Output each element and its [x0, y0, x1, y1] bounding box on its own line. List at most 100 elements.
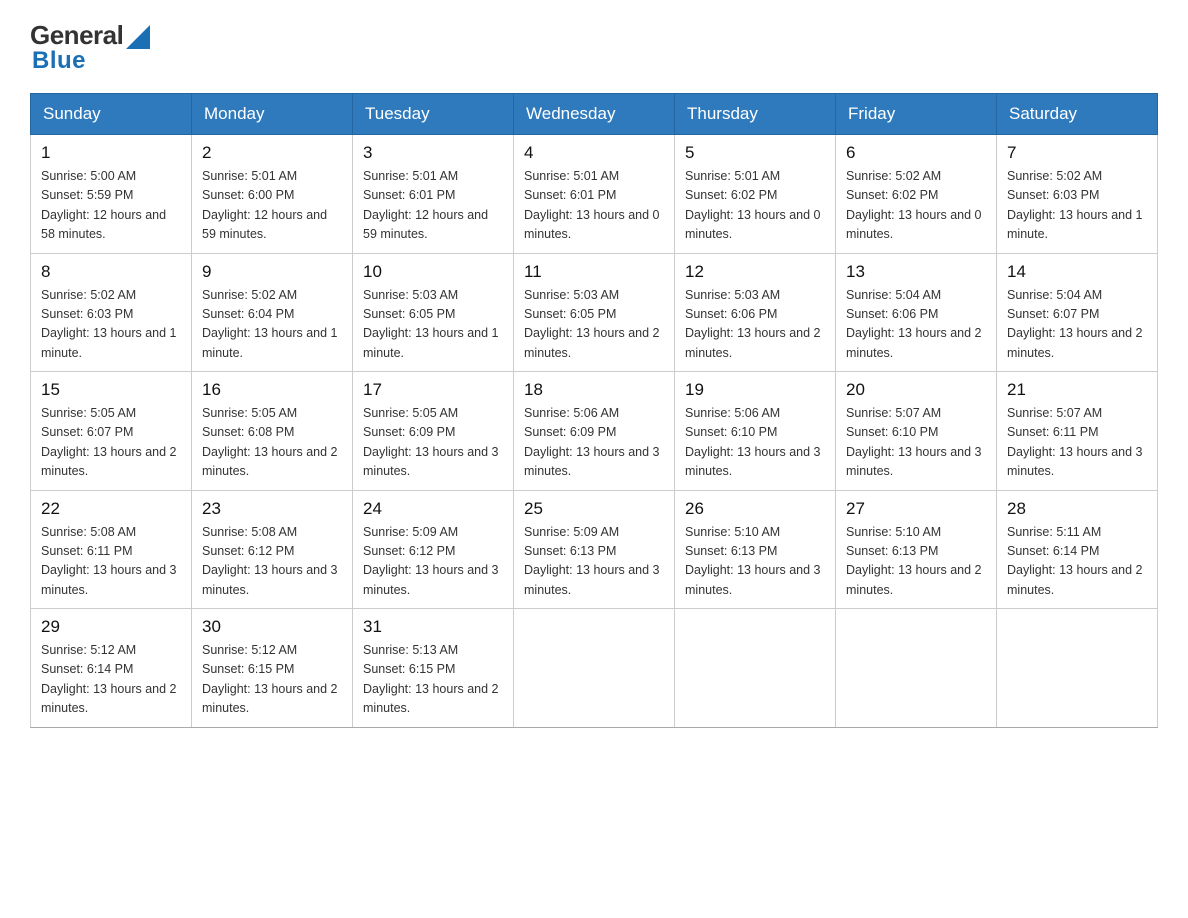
day-number: 6	[846, 143, 986, 163]
day-number: 24	[363, 499, 503, 519]
day-number: 4	[524, 143, 664, 163]
day-info: Sunrise: 5:05 AMSunset: 6:09 PMDaylight:…	[363, 404, 503, 482]
day-number: 21	[1007, 380, 1147, 400]
calendar-cell: 29 Sunrise: 5:12 AMSunset: 6:14 PMDayligh…	[31, 609, 192, 728]
col-header-thursday: Thursday	[675, 94, 836, 135]
day-info: Sunrise: 5:05 AMSunset: 6:08 PMDaylight:…	[202, 404, 342, 482]
day-info: Sunrise: 5:06 AMSunset: 6:10 PMDaylight:…	[685, 404, 825, 482]
logo-triangle-icon	[126, 21, 150, 49]
calendar-cell: 26 Sunrise: 5:10 AMSunset: 6:13 PMDayligh…	[675, 490, 836, 609]
day-number: 22	[41, 499, 181, 519]
day-info: Sunrise: 5:12 AMSunset: 6:15 PMDaylight:…	[202, 641, 342, 719]
calendar-cell	[997, 609, 1158, 728]
day-number: 9	[202, 262, 342, 282]
day-number: 25	[524, 499, 664, 519]
day-info: Sunrise: 5:10 AMSunset: 6:13 PMDaylight:…	[846, 523, 986, 601]
day-info: Sunrise: 5:03 AMSunset: 6:06 PMDaylight:…	[685, 286, 825, 364]
calendar-cell: 24 Sunrise: 5:09 AMSunset: 6:12 PMDayligh…	[353, 490, 514, 609]
calendar-cell: 20Sunrise: 5:07 AMSunset: 6:10 PMDayligh…	[836, 372, 997, 491]
calendar-cell	[514, 609, 675, 728]
day-number: 12	[685, 262, 825, 282]
day-info: Sunrise: 5:07 AMSunset: 6:11 PMDaylight:…	[1007, 404, 1147, 482]
day-number: 20	[846, 380, 986, 400]
day-info: Sunrise: 5:13 AMSunset: 6:15 PMDaylight:…	[363, 641, 503, 719]
day-number: 15	[41, 380, 181, 400]
calendar-cell: 2Sunrise: 5:01 AMSunset: 6:00 PMDaylight…	[192, 135, 353, 254]
day-info: Sunrise: 5:08 AMSunset: 6:11 PMDaylight:…	[41, 523, 181, 601]
calendar-cell: 16 Sunrise: 5:05 AMSunset: 6:08 PMDayligh…	[192, 372, 353, 491]
day-number: 30	[202, 617, 342, 637]
calendar-cell: 22 Sunrise: 5:08 AMSunset: 6:11 PMDayligh…	[31, 490, 192, 609]
day-number: 16	[202, 380, 342, 400]
col-header-saturday: Saturday	[997, 94, 1158, 135]
day-number: 11	[524, 262, 664, 282]
day-info: Sunrise: 5:10 AMSunset: 6:13 PMDaylight:…	[685, 523, 825, 601]
calendar-cell: 15 Sunrise: 5:05 AMSunset: 6:07 PMDayligh…	[31, 372, 192, 491]
day-info: Sunrise: 5:02 AMSunset: 6:04 PMDaylight:…	[202, 286, 342, 364]
day-info: Sunrise: 5:02 AMSunset: 6:02 PMDaylight:…	[846, 167, 986, 245]
calendar-cell: 6 Sunrise: 5:02 AMSunset: 6:02 PMDaylight…	[836, 135, 997, 254]
calendar-week-row: 15 Sunrise: 5:05 AMSunset: 6:07 PMDayligh…	[31, 372, 1158, 491]
calendar-cell: 11 Sunrise: 5:03 AMSunset: 6:05 PMDayligh…	[514, 253, 675, 372]
day-number: 27	[846, 499, 986, 519]
day-info: Sunrise: 5:09 AMSunset: 6:13 PMDaylight:…	[524, 523, 664, 601]
day-number: 29	[41, 617, 181, 637]
calendar-cell	[836, 609, 997, 728]
day-number: 18	[524, 380, 664, 400]
day-info: Sunrise: 5:09 AMSunset: 6:12 PMDaylight:…	[363, 523, 503, 601]
col-header-wednesday: Wednesday	[514, 94, 675, 135]
calendar-cell: 18 Sunrise: 5:06 AMSunset: 6:09 PMDayligh…	[514, 372, 675, 491]
day-info: Sunrise: 5:02 AMSunset: 6:03 PMDaylight:…	[1007, 167, 1147, 245]
calendar-cell: 19 Sunrise: 5:06 AMSunset: 6:10 PMDayligh…	[675, 372, 836, 491]
calendar-cell: 27 Sunrise: 5:10 AMSunset: 6:13 PMDayligh…	[836, 490, 997, 609]
calendar-cell: 7 Sunrise: 5:02 AMSunset: 6:03 PMDaylight…	[997, 135, 1158, 254]
day-info: Sunrise: 5:06 AMSunset: 6:09 PMDaylight:…	[524, 404, 664, 482]
calendar-cell: 28Sunrise: 5:11 AMSunset: 6:14 PMDayligh…	[997, 490, 1158, 609]
day-number: 19	[685, 380, 825, 400]
calendar-cell: 23 Sunrise: 5:08 AMSunset: 6:12 PMDayligh…	[192, 490, 353, 609]
calendar-cell: 4Sunrise: 5:01 AMSunset: 6:01 PMDaylight…	[514, 135, 675, 254]
calendar-cell: 14 Sunrise: 5:04 AMSunset: 6:07 PMDayligh…	[997, 253, 1158, 372]
day-number: 23	[202, 499, 342, 519]
col-header-friday: Friday	[836, 94, 997, 135]
logo-blue-text: Blue	[32, 47, 86, 75]
calendar-cell: 5 Sunrise: 5:01 AMSunset: 6:02 PMDaylight…	[675, 135, 836, 254]
day-number: 2	[202, 143, 342, 163]
col-header-sunday: Sunday	[31, 94, 192, 135]
calendar-cell: 10Sunrise: 5:03 AMSunset: 6:05 PMDayligh…	[353, 253, 514, 372]
col-header-monday: Monday	[192, 94, 353, 135]
calendar-cell: 8Sunrise: 5:02 AMSunset: 6:03 PMDaylight…	[31, 253, 192, 372]
day-info: Sunrise: 5:01 AMSunset: 6:02 PMDaylight:…	[685, 167, 825, 245]
day-number: 17	[363, 380, 503, 400]
day-number: 8	[41, 262, 181, 282]
calendar-week-row: 8Sunrise: 5:02 AMSunset: 6:03 PMDaylight…	[31, 253, 1158, 372]
calendar-cell: 13Sunrise: 5:04 AMSunset: 6:06 PMDayligh…	[836, 253, 997, 372]
day-number: 28	[1007, 499, 1147, 519]
day-number: 10	[363, 262, 503, 282]
calendar-cell: 9 Sunrise: 5:02 AMSunset: 6:04 PMDaylight…	[192, 253, 353, 372]
day-number: 14	[1007, 262, 1147, 282]
day-number: 5	[685, 143, 825, 163]
day-number: 7	[1007, 143, 1147, 163]
calendar-cell: 1 Sunrise: 5:00 AMSunset: 5:59 PMDaylight…	[31, 135, 192, 254]
logo: General Blue	[30, 20, 150, 75]
col-header-tuesday: Tuesday	[353, 94, 514, 135]
calendar-cell	[675, 609, 836, 728]
day-info: Sunrise: 5:03 AMSunset: 6:05 PMDaylight:…	[524, 286, 664, 364]
day-info: Sunrise: 5:01 AMSunset: 6:01 PMDaylight:…	[363, 167, 503, 245]
day-info: Sunrise: 5:12 AMSunset: 6:14 PMDaylight:…	[41, 641, 181, 719]
day-info: Sunrise: 5:04 AMSunset: 6:07 PMDaylight:…	[1007, 286, 1147, 364]
day-info: Sunrise: 5:00 AMSunset: 5:59 PMDaylight:…	[41, 167, 181, 245]
day-number: 1	[41, 143, 181, 163]
day-info: Sunrise: 5:05 AMSunset: 6:07 PMDaylight:…	[41, 404, 181, 482]
calendar-header-row: SundayMondayTuesdayWednesdayThursdayFrid…	[31, 94, 1158, 135]
day-number: 31	[363, 617, 503, 637]
calendar-cell: 31 Sunrise: 5:13 AMSunset: 6:15 PMDayligh…	[353, 609, 514, 728]
day-number: 13	[846, 262, 986, 282]
calendar-cell: 30 Sunrise: 5:12 AMSunset: 6:15 PMDayligh…	[192, 609, 353, 728]
day-info: Sunrise: 5:08 AMSunset: 6:12 PMDaylight:…	[202, 523, 342, 601]
day-number: 26	[685, 499, 825, 519]
calendar-cell: 17 Sunrise: 5:05 AMSunset: 6:09 PMDayligh…	[353, 372, 514, 491]
calendar-week-row: 1 Sunrise: 5:00 AMSunset: 5:59 PMDaylight…	[31, 135, 1158, 254]
calendar-cell: 21 Sunrise: 5:07 AMSunset: 6:11 PMDayligh…	[997, 372, 1158, 491]
